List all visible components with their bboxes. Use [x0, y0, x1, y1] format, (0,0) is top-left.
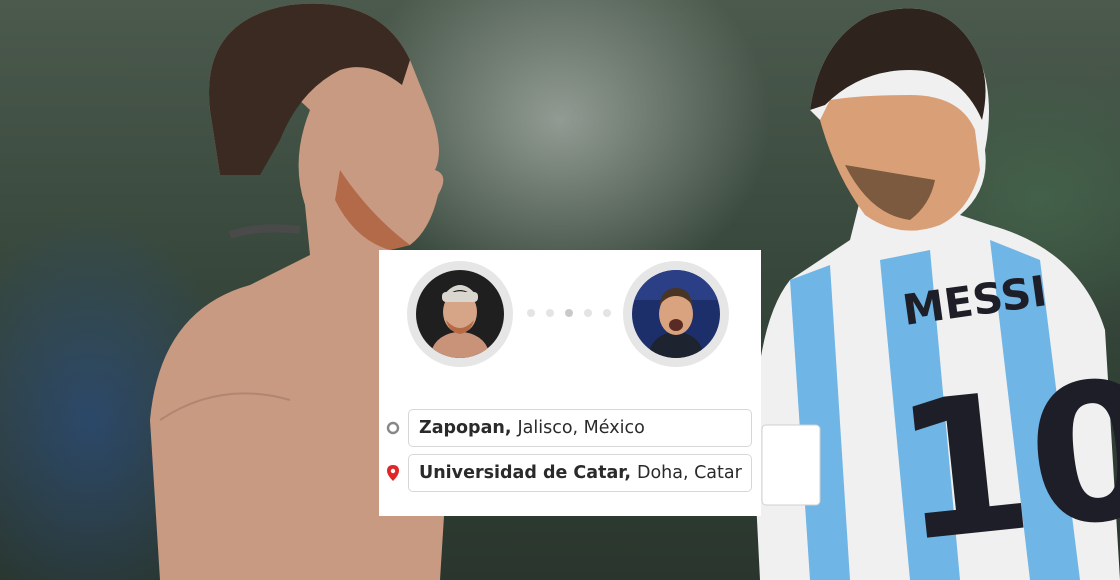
origin-region: Jalisco, México — [517, 418, 645, 438]
origin-avatar[interactable] — [407, 261, 513, 367]
destination-name: Universidad de Catar, — [419, 463, 631, 483]
map-pin-icon — [385, 465, 401, 481]
origin-field[interactable]: Zapopan, Jalisco, México — [408, 409, 752, 447]
progress-dot — [584, 309, 592, 317]
boxer-avatar-photo — [416, 270, 504, 358]
progress-dot-active — [565, 309, 573, 317]
origin-name: Zapopan, — [419, 418, 512, 438]
circle-outline-icon — [385, 420, 401, 436]
origin-row: Zapopan, Jalisco, México — [379, 409, 761, 447]
progress-dots — [527, 308, 611, 318]
destination-region: Doha, Catar — [636, 463, 742, 483]
svg-text:10: 10 — [887, 337, 1120, 580]
progress-dot — [603, 309, 611, 317]
progress-dot — [527, 309, 535, 317]
destination-field[interactable]: Universidad de Catar, Doha, Catar — [408, 454, 752, 492]
destination-avatar[interactable] — [623, 261, 729, 367]
footballer-avatar-photo — [632, 270, 720, 358]
destination-row: Universidad de Catar, Doha, Catar — [379, 454, 761, 492]
route-card: Zapopan, Jalisco, México Universidad de … — [379, 250, 761, 516]
progress-dot — [546, 309, 554, 317]
